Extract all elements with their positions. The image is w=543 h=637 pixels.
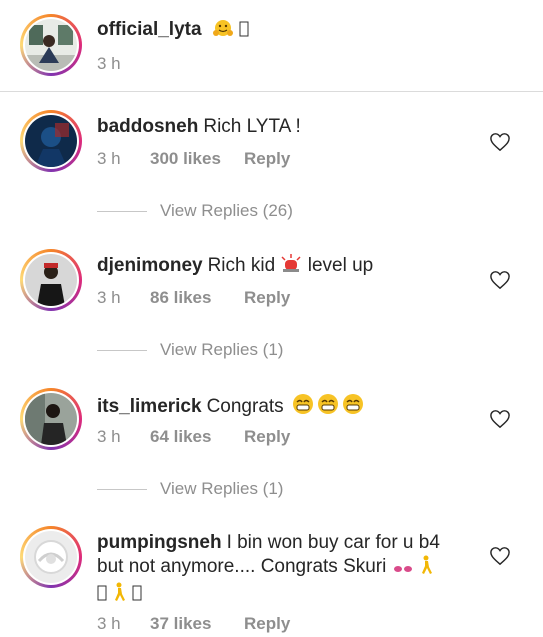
avatar-image: [25, 531, 77, 583]
comment-time: 3 h: [97, 427, 121, 446]
avatar[interactable]: [20, 110, 82, 172]
avatar-image: [25, 393, 77, 445]
comment-item: its_limerick Congrats 3 h 64 likes Reply …: [0, 371, 543, 510]
divider-line: [97, 488, 147, 490]
avatar[interactable]: [20, 388, 82, 450]
avatar-image: [25, 19, 77, 71]
caption-time: 3 h: [97, 54, 121, 73]
comment-text: Rich kid: [207, 255, 276, 276]
comment-text: I bin won buy car for u b4: [226, 532, 440, 553]
comment-username[interactable]: pumpingsneh: [97, 532, 222, 553]
comment-item: baddosneh Rich LYTA ! 3 h 300 likes Reply…: [0, 92, 543, 232]
eyes-emoji-icon: [392, 558, 414, 582]
reply-button[interactable]: Reply: [244, 149, 290, 169]
hugging-emoji-icon: [212, 18, 234, 45]
view-replies-label: View Replies (1): [160, 479, 284, 498]
avatar[interactable]: [20, 249, 82, 311]
likes-count[interactable]: 86 likes: [150, 288, 244, 308]
avatar-image: [25, 115, 77, 167]
comment-text: Rich LYTA !: [203, 116, 301, 137]
comment-item: djenimoney Rich kid level up 3 h 86 likes…: [0, 232, 543, 371]
comment-time: 3 h: [97, 149, 121, 168]
comment-item: pumpingsneh I bin won buy car for u b4 bu…: [0, 510, 543, 637]
avatar-image: [25, 254, 77, 306]
divider-line: [97, 210, 147, 212]
likes-count[interactable]: 64 likes: [150, 427, 244, 447]
reply-button[interactable]: Reply: [244, 288, 290, 308]
missing-glyph-icon: [97, 584, 107, 609]
reply-button[interactable]: Reply: [244, 614, 290, 634]
reply-button[interactable]: Reply: [244, 427, 290, 447]
person-walking-icon: [419, 555, 433, 582]
comment-username[interactable]: baddosneh: [97, 116, 198, 137]
missing-glyph-icon: [239, 20, 249, 45]
view-replies-button[interactable]: View Replies (26): [97, 201, 293, 221]
person-walking-icon: [112, 582, 126, 609]
likes-count[interactable]: 37 likes: [150, 614, 244, 634]
comment-username[interactable]: djenimoney: [97, 255, 203, 276]
view-replies-button[interactable]: View Replies (1): [97, 340, 283, 360]
avatar[interactable]: [20, 14, 82, 76]
heart-icon[interactable]: [489, 270, 511, 290]
missing-glyph-icon: [132, 584, 142, 609]
grinning-emoji-icon: [292, 393, 364, 422]
caption-row: official_lyta 3 h: [0, 0, 543, 92]
caption-username[interactable]: official_lyta: [97, 19, 202, 40]
heart-icon[interactable]: [489, 132, 511, 152]
divider-line: [97, 349, 147, 351]
avatar[interactable]: [20, 526, 82, 588]
comment-username[interactable]: its_limerick: [97, 396, 202, 417]
view-replies-button[interactable]: View Replies (1): [97, 479, 283, 499]
comment-time: 3 h: [97, 288, 121, 307]
comment-time: 3 h: [97, 614, 121, 633]
comment-text: Congrats: [206, 396, 284, 417]
police-light-emoji-icon: [280, 254, 302, 281]
likes-count[interactable]: 300 likes: [150, 149, 244, 169]
view-replies-label: View Replies (1): [160, 340, 284, 359]
heart-icon[interactable]: [489, 546, 511, 566]
heart-icon[interactable]: [489, 409, 511, 429]
view-replies-label: View Replies (26): [160, 201, 293, 220]
comment-text: but not anymore.... Congrats Skuri: [97, 556, 387, 577]
comment-text: level up: [307, 255, 374, 276]
